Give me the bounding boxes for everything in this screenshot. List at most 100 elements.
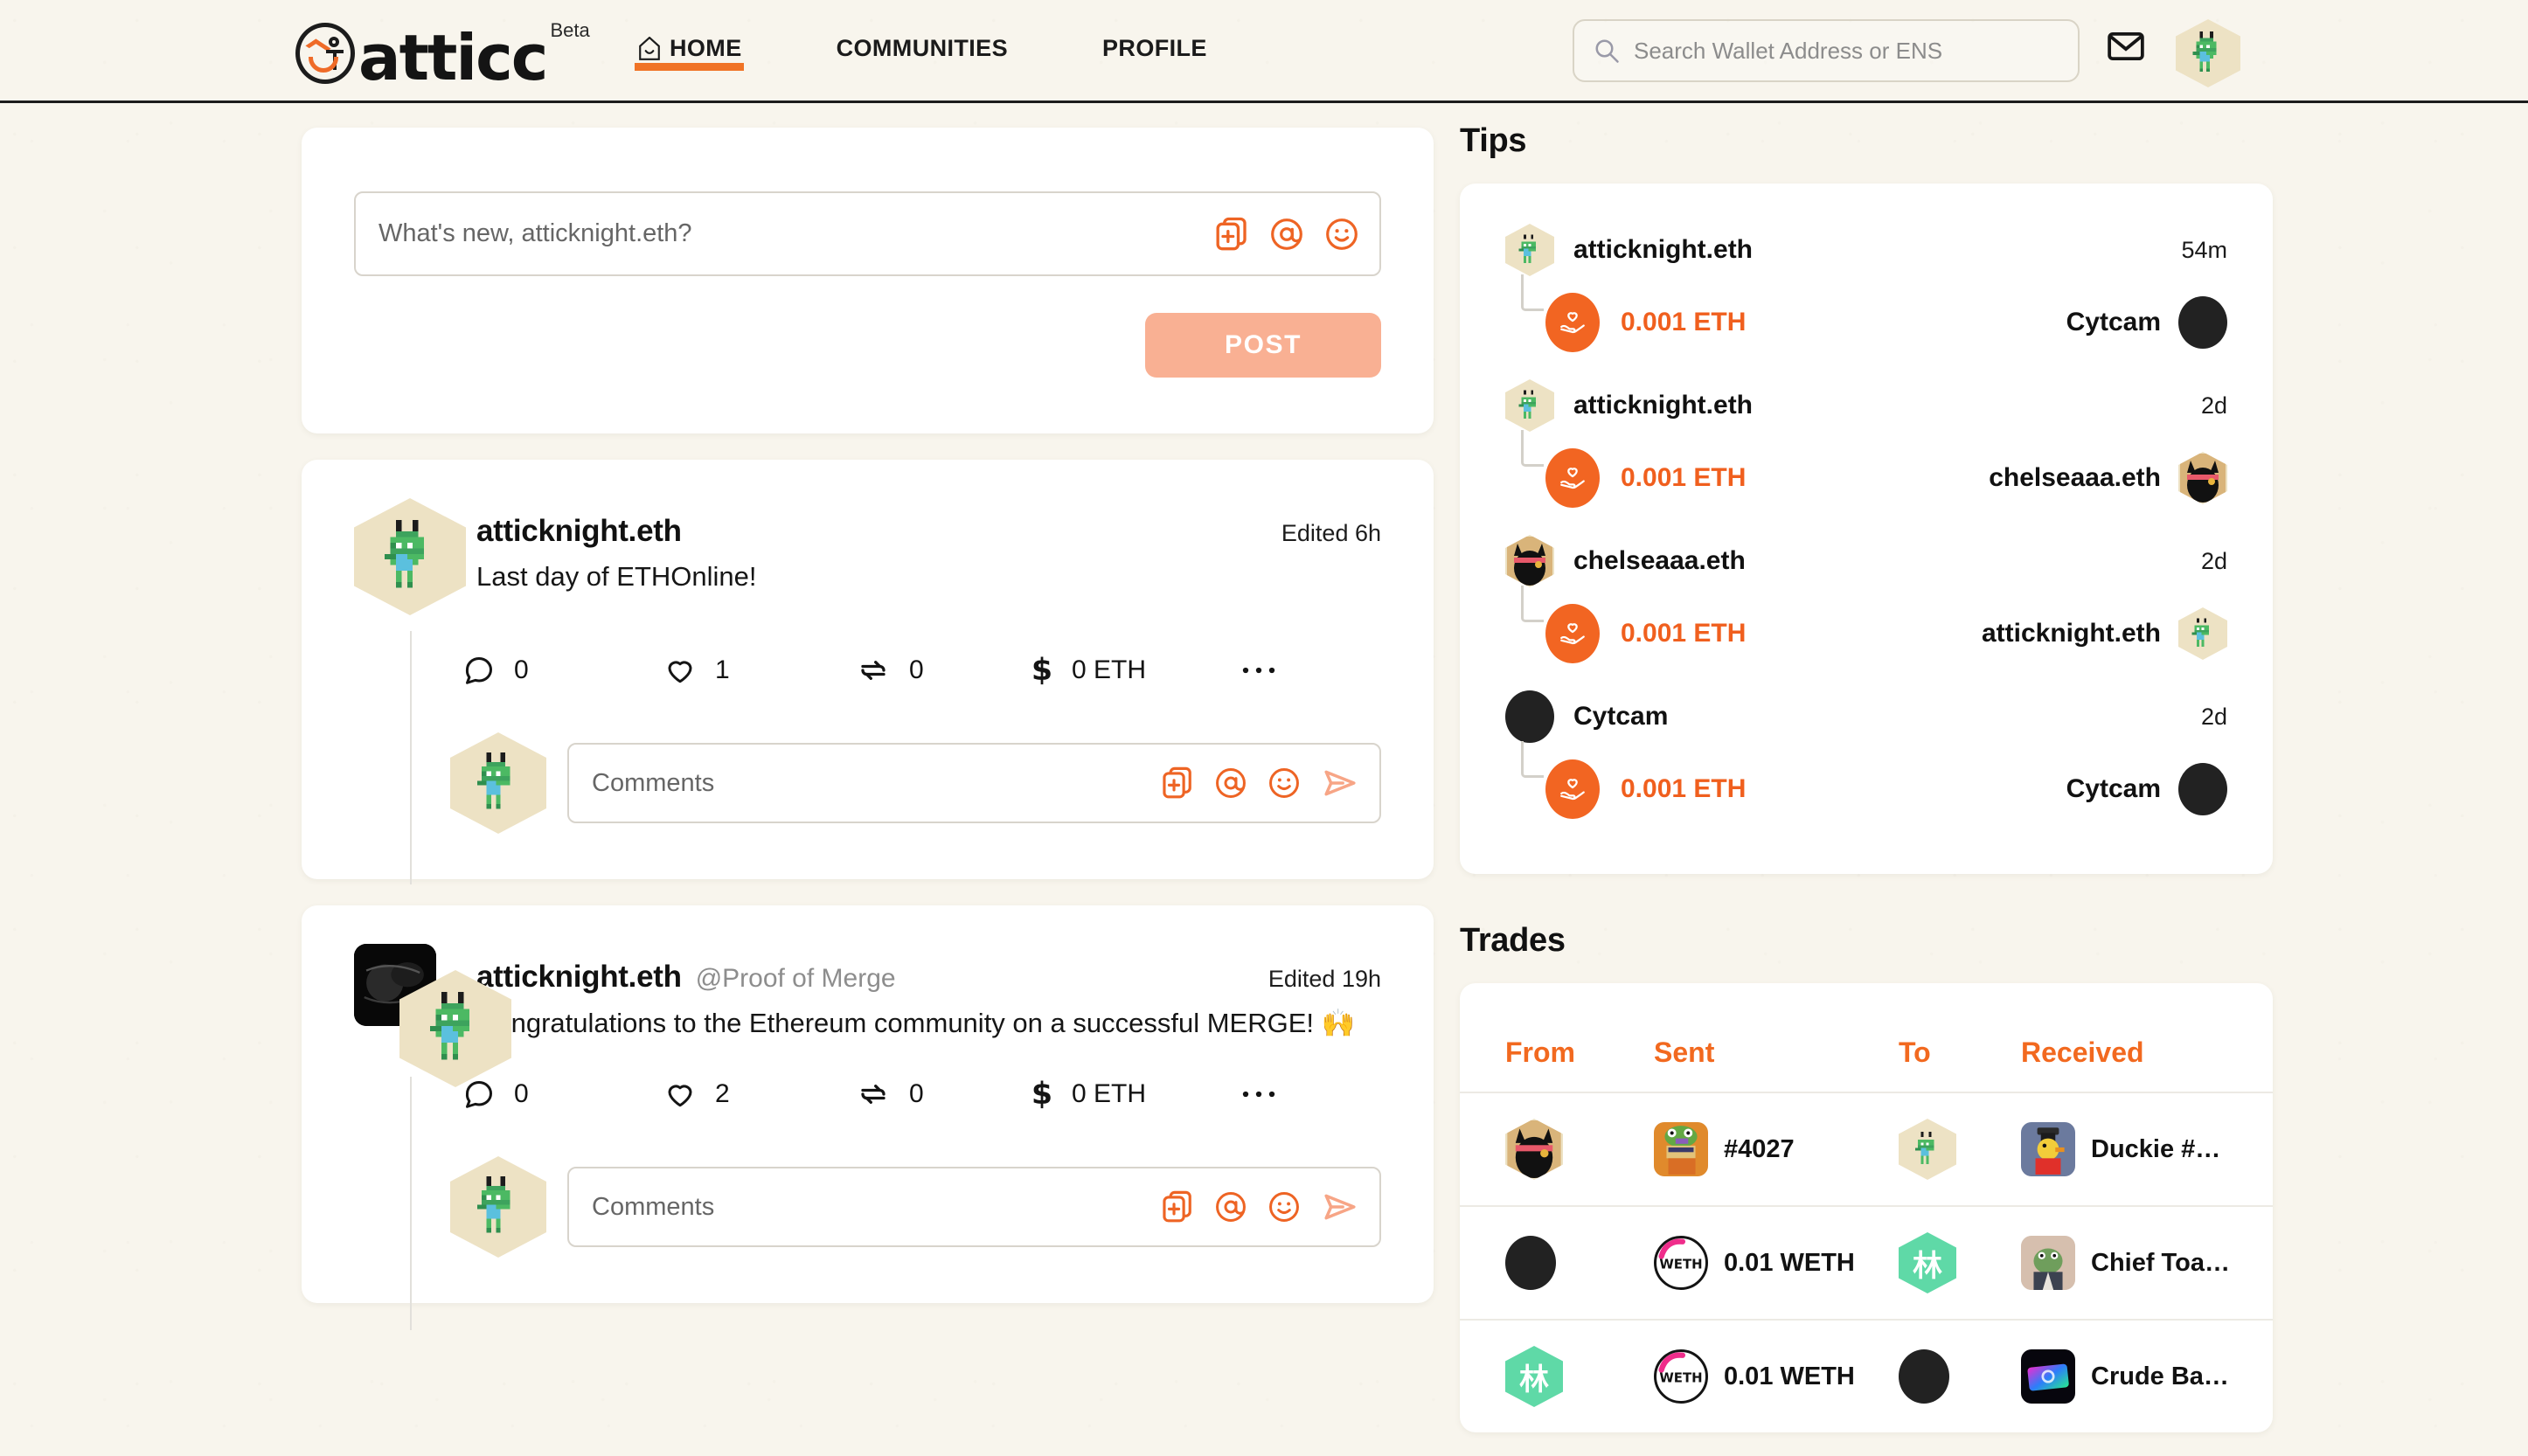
trade-to-avatar[interactable]: 林 xyxy=(1899,1232,1956,1293)
image-upload-icon[interactable] xyxy=(1162,766,1193,800)
tip-sender-row: Cytcam 2d xyxy=(1505,683,2227,750)
post-community-tag[interactable]: @Proof of Merge xyxy=(696,964,896,994)
post-actions: 0 2 0 $ 0 ETH xyxy=(463,1078,1381,1111)
tip-item: atticknight.eth 54m 0.001 ETH Cytcam xyxy=(1505,217,2227,362)
post-author-name[interactable]: atticknight.eth xyxy=(476,514,682,549)
tip-recipient-avatar[interactable] xyxy=(2178,763,2227,815)
post-body: atticknight.eth @Proof of Merge Edited 1… xyxy=(476,944,1381,1039)
trade-to-cell xyxy=(1899,1119,2021,1180)
table-row[interactable]: #4027 Duckie #… xyxy=(1460,1092,2273,1205)
comment-input-box[interactable] xyxy=(567,1167,1381,1247)
weth-coin-art: WETH xyxy=(1658,1238,1703,1285)
tip-recipient-avatar[interactable] xyxy=(2178,296,2227,349)
emoji-icon[interactable] xyxy=(1268,767,1300,799)
nav-item-communities[interactable]: COMMUNITIES xyxy=(837,35,1008,66)
repost-action[interactable]: 0 xyxy=(857,1078,1031,1110)
mention-icon[interactable] xyxy=(1215,767,1247,799)
tip-recipient-name[interactable]: chelseaaa.eth xyxy=(1989,463,2161,493)
messages-button[interactable] xyxy=(2107,29,2145,68)
hand-heart-glyph xyxy=(1560,312,1585,334)
tip-recipient-name[interactable]: atticknight.eth xyxy=(1982,619,2161,648)
nav-item-profile[interactable]: PROFILE xyxy=(1102,35,1207,66)
repost-action[interactable]: 0 xyxy=(857,655,1031,686)
brand-logo[interactable]: atticc Beta xyxy=(295,14,590,89)
trade-received-cell: Duckie #… xyxy=(2021,1122,2227,1176)
weth-coin-icon[interactable]: WETH xyxy=(1654,1236,1708,1290)
tip-timestamp: 2d xyxy=(2200,547,2227,574)
post-composer-card: POST xyxy=(302,128,1434,433)
tip-action[interactable]: $ 0 ETH xyxy=(1031,654,1241,687)
trade-from-avatar[interactable]: 林 xyxy=(1505,1346,1563,1407)
composer-input-box[interactable] xyxy=(354,191,1381,276)
tip-sender-name[interactable]: Cytcam xyxy=(1573,702,1668,731)
avatar-pixel-art xyxy=(1518,234,1536,263)
table-row[interactable]: 林 WETH 0.01 WETH Crude Ba… xyxy=(1460,1319,2273,1432)
trade-from-avatar[interactable] xyxy=(1505,1119,1563,1180)
nav-item-home[interactable]: HOME xyxy=(635,35,744,71)
tip-recipient-avatar[interactable] xyxy=(2178,452,2227,504)
atticc-face-logo-icon xyxy=(295,23,355,84)
tip-recipient-name[interactable]: Cytcam xyxy=(2066,308,2161,337)
like-action[interactable]: 2 xyxy=(664,1078,857,1110)
image-upload-icon[interactable] xyxy=(1162,1190,1193,1224)
image-upload-icon[interactable] xyxy=(1215,217,1248,252)
right-rail: Tips atticknight.eth 54m 0.001 ETH Cytca… xyxy=(1460,122,2273,1432)
thread-connector-line xyxy=(410,631,412,884)
tip-sender-avatar[interactable] xyxy=(1505,379,1554,432)
comment-input-box[interactable] xyxy=(567,743,1381,823)
toad-nft-icon[interactable] xyxy=(2021,1236,2075,1290)
crude-nft-icon[interactable] xyxy=(2021,1349,2075,1404)
mention-icon[interactable] xyxy=(1270,218,1303,251)
avatar-pixel-art xyxy=(1518,390,1536,419)
trade-to-avatar[interactable] xyxy=(1899,1349,1949,1404)
send-icon[interactable] xyxy=(1322,1190,1358,1224)
mention-icon[interactable] xyxy=(1215,1191,1247,1223)
trade-sent-label: 0.01 WETH xyxy=(1724,1362,1855,1390)
comment-input[interactable] xyxy=(592,768,1162,798)
more-options-icon[interactable] xyxy=(1241,1088,1276,1100)
tip-recipient-name[interactable]: Cytcam xyxy=(2066,774,2161,804)
comment-composer xyxy=(450,732,1381,879)
logo-nose-icon xyxy=(326,50,344,70)
comment-user-avatar[interactable] xyxy=(450,732,546,834)
table-row[interactable]: WETH 0.01 WETH 林 Chief Toa… xyxy=(1460,1205,2273,1319)
tip-action[interactable]: $ 0 ETH xyxy=(1031,1078,1241,1111)
trade-sent-label: #4027 xyxy=(1724,1134,1795,1163)
nav-label-communities: COMMUNITIES xyxy=(836,35,1009,61)
more-options-icon[interactable] xyxy=(1241,664,1276,676)
tip-amount: 0.001 ETH xyxy=(1621,774,1747,803)
tip-sender-name[interactable]: chelseaaa.eth xyxy=(1573,546,1746,576)
pepe-nft-icon[interactable] xyxy=(1654,1122,1708,1176)
post-author-name[interactable]: atticknight.eth xyxy=(476,960,682,995)
composer-input[interactable] xyxy=(379,219,1215,248)
comment-icon xyxy=(465,657,492,684)
trade-from-avatar[interactable] xyxy=(1505,1236,1556,1290)
duckie-nft-icon[interactable] xyxy=(2021,1122,2075,1176)
tip-detail-row: 0.001 ETH Cytcam xyxy=(1505,741,2227,829)
post-author-avatar[interactable] xyxy=(354,498,466,615)
post-button[interactable]: POST xyxy=(1145,313,1381,378)
send-icon[interactable] xyxy=(1322,766,1358,800)
tip-sender-name[interactable]: atticknight.eth xyxy=(1573,391,1753,420)
tip-sender-name[interactable]: atticknight.eth xyxy=(1573,235,1753,265)
search-bar[interactable] xyxy=(1573,19,2080,82)
tip-sender-avatar[interactable] xyxy=(1505,224,1554,276)
emoji-icon[interactable] xyxy=(1268,1191,1300,1223)
dollar-icon: $ xyxy=(1031,654,1052,687)
trade-to-avatar[interactable] xyxy=(1899,1119,1956,1180)
tip-recipient-avatar[interactable] xyxy=(2178,607,2227,660)
user-avatar-hex[interactable] xyxy=(2176,19,2240,87)
emoji-icon[interactable] xyxy=(1325,218,1358,251)
post-card: atticknight.eth @Proof of Merge Edited 1… xyxy=(302,905,1434,1330)
tip-sender-avatar[interactable] xyxy=(1505,535,1554,587)
comment-action[interactable]: 0 xyxy=(463,655,664,686)
comment-action[interactable]: 0 xyxy=(463,1078,664,1110)
comment-input[interactable] xyxy=(592,1192,1162,1222)
tip-timestamp: 2d xyxy=(2200,392,2227,419)
nav-label-profile: PROFILE xyxy=(1102,35,1207,61)
weth-coin-icon[interactable]: WETH xyxy=(1654,1349,1708,1404)
tip-sender-avatar[interactable] xyxy=(1505,690,1554,743)
like-action[interactable]: 1 xyxy=(664,655,857,686)
comment-user-avatar[interactable] xyxy=(450,1156,546,1258)
search-input[interactable] xyxy=(1634,37,2036,65)
